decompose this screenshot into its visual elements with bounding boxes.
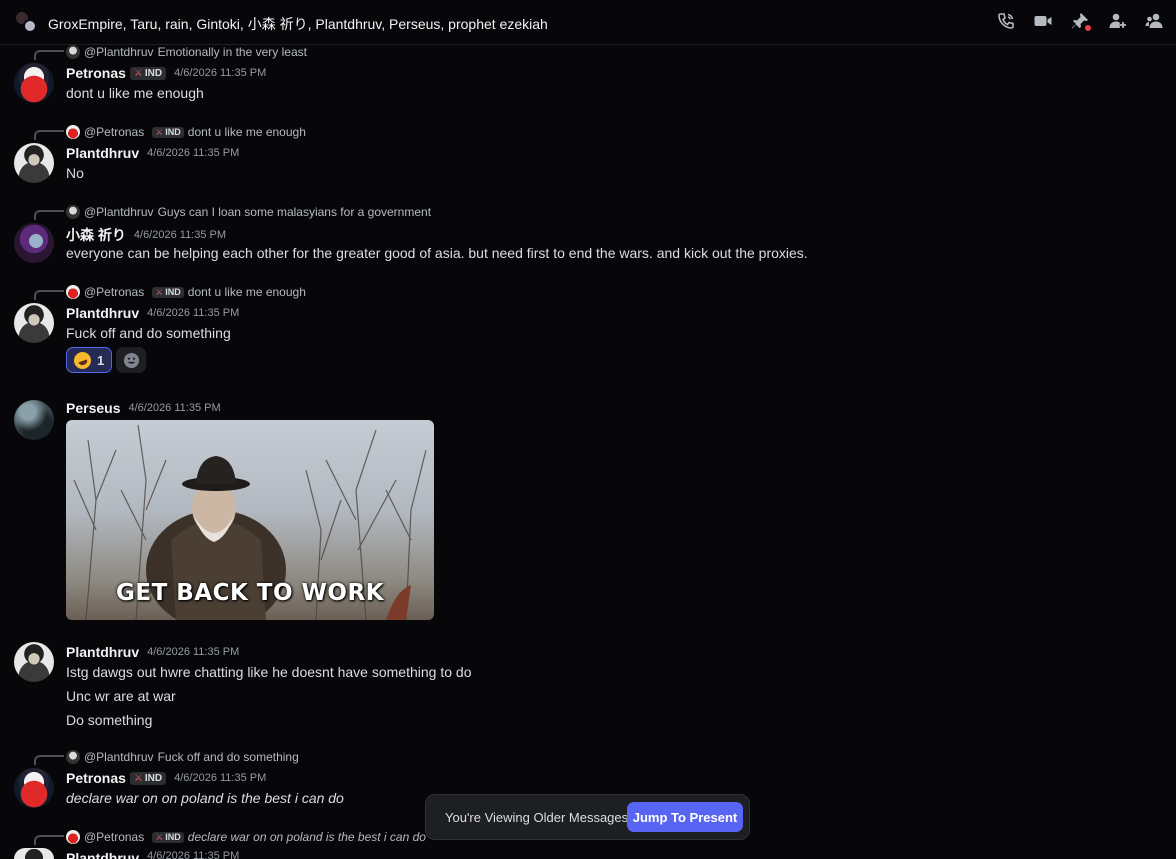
avatar: [66, 205, 80, 219]
avatar[interactable]: [14, 400, 54, 440]
gif-caption: GET BACK TO WORK: [115, 580, 385, 606]
author-name[interactable]: Petronas: [66, 65, 126, 81]
message-text: Do something: [66, 712, 153, 728]
smiley-icon: [123, 352, 139, 368]
channel-header: GroxEmpire, Taru, rain, Gintoki, 小森 祈り, …: [0, 0, 1176, 45]
video-call-icon[interactable]: [1033, 11, 1053, 31]
reply-preview[interactable]: @Plantdhruv Guys can I loan some malasyi…: [66, 204, 431, 220]
timestamp: 4/6/2026 11:35 PM: [174, 772, 267, 784]
older-messages-bar: You're Viewing Older Messages Jump To Pr…: [425, 794, 750, 840]
avatar[interactable]: [14, 642, 54, 682]
reply-preview[interactable]: @Plantdhruv Emotionally in the very leas…: [66, 45, 307, 60]
sword-icon: ⚔: [155, 286, 164, 297]
avatar[interactable]: [14, 303, 54, 343]
avatar: [66, 830, 80, 844]
message-text: No: [66, 165, 84, 181]
sword-icon: ⚔: [155, 831, 164, 842]
author-name[interactable]: Plantdhruv: [66, 850, 139, 859]
avatar[interactable]: [14, 223, 54, 263]
server-tag[interactable]: ⚔ IND: [129, 66, 167, 80]
timestamp: 4/6/2026 11:35 PM: [147, 850, 240, 859]
message-text: Istg dawgs out hwre chatting like he doe…: [66, 664, 472, 680]
server-tag[interactable]: ⚔ IND: [129, 771, 167, 785]
add-reaction-button[interactable]: [116, 347, 147, 373]
timestamp: 4/6/2026 11:35 PM: [128, 402, 221, 414]
message-text: Fuck off and do something: [66, 325, 231, 341]
channel-title: GroxEmpire, Taru, rain, Gintoki, 小森 祈り, …: [48, 16, 548, 32]
group-dm-avatar: [16, 12, 38, 34]
message-text: declare war on on poland is the best i c…: [66, 790, 344, 806]
message: Plantdhruv 4/6/2026 11:35 PM Istg dawgs …: [0, 642, 1160, 732]
server-tag: ⚔ IND: [152, 286, 184, 298]
message-list[interactable]: @Plantdhruv Emotionally in the very leas…: [0, 45, 1176, 859]
author-name[interactable]: Plantdhruv: [66, 644, 139, 660]
avatar: [66, 750, 80, 764]
sword-icon: ⚔: [155, 126, 164, 137]
timestamp: 4/6/2026 11:35 PM: [174, 67, 267, 79]
avatar[interactable]: [14, 63, 54, 103]
message: @Petronas ⚔ IND dont u like me enough Pla…: [0, 125, 1160, 195]
avatar: [66, 285, 80, 299]
avatar: [66, 45, 80, 59]
pin-icon[interactable]: [1070, 11, 1092, 32]
message: @Plantdhruv Guys can I loan some malasyi…: [0, 205, 1160, 275]
add-friend-icon[interactable]: [1107, 11, 1127, 31]
author-name[interactable]: Plantdhruv: [66, 305, 139, 321]
sword-icon: ⚔: [133, 67, 143, 79]
reply-preview[interactable]: @Petronas ⚔ IND dont u like me enough: [66, 284, 306, 300]
message: @Plantdhruv Emotionally in the very leas…: [0, 45, 1160, 115]
server-tag: ⚔ IND: [152, 126, 184, 138]
members-icon[interactable]: [1144, 11, 1164, 31]
message-text: everyone can be helping each other for t…: [66, 245, 808, 261]
author-name[interactable]: Perseus: [66, 400, 120, 416]
reply-preview[interactable]: @Petronas ⚔ IND dont u like me enough: [66, 124, 306, 140]
notification-dot: [1084, 24, 1092, 32]
jump-to-present-button[interactable]: Jump To Present: [627, 802, 743, 832]
gif-embed[interactable]: GET BACK TO WORK: [66, 420, 434, 620]
avatar[interactable]: [14, 143, 54, 183]
timestamp: 4/6/2026 11:35 PM: [147, 147, 240, 159]
avatar[interactable]: [14, 848, 54, 859]
message: @Petronas ⚔ IND dont u like me enough Pla…: [0, 285, 1160, 385]
author-name[interactable]: Plantdhruv: [66, 145, 139, 161]
message-text: dont u like me enough: [66, 85, 204, 101]
phone-call-icon[interactable]: [996, 11, 1016, 31]
reply-preview[interactable]: @Plantdhruv Fuck off and do something: [66, 749, 299, 765]
timestamp: 4/6/2026 11:35 PM: [147, 646, 240, 658]
reaction-rofl[interactable]: 1: [66, 347, 113, 373]
rofl-emoji-icon: [71, 349, 94, 371]
avatar: [66, 125, 80, 139]
timestamp: 4/6/2026 11:35 PM: [147, 307, 240, 319]
older-messages-label: You're Viewing Older Messages: [445, 810, 629, 825]
reaction-count: 1: [97, 352, 105, 368]
timestamp: 4/6/2026 11:35 PM: [133, 229, 227, 241]
sword-icon: ⚔: [133, 772, 143, 784]
reply-preview[interactable]: @Petronas ⚔ IND declare war on on poland …: [66, 829, 426, 845]
message-text: Unc wr are at war: [66, 688, 176, 704]
author-name[interactable]: 小森 祈り: [66, 225, 126, 245]
author-name[interactable]: Petronas: [66, 770, 126, 786]
server-tag: ⚔ IND: [152, 831, 184, 843]
avatar[interactable]: [14, 768, 54, 808]
